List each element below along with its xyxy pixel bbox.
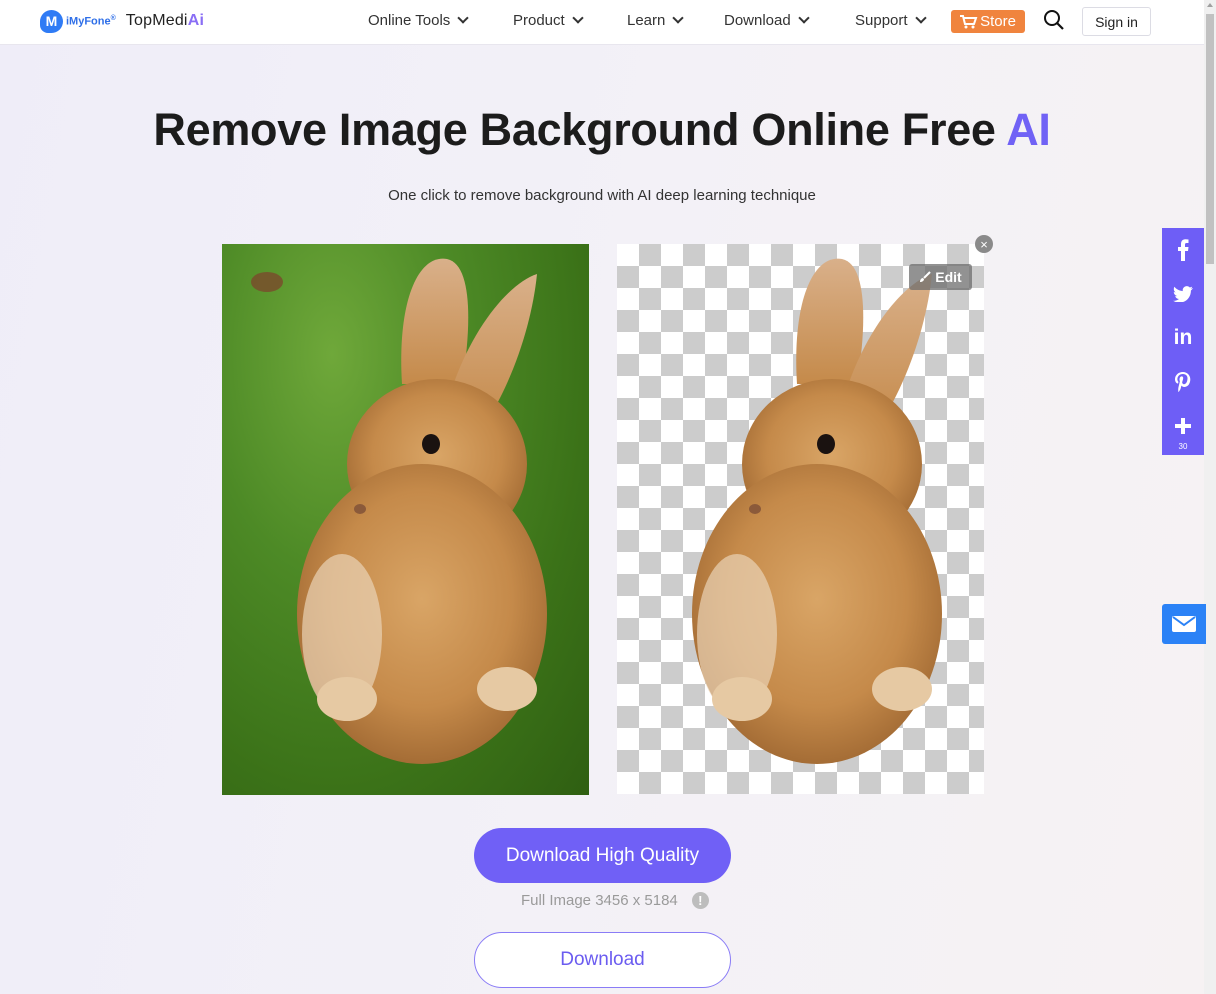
- chevron-down-icon: [572, 12, 584, 24]
- pinterest-icon: [1175, 372, 1191, 392]
- nav-label: Product: [513, 12, 565, 29]
- logo-company-text: iMyFone: [66, 15, 111, 28]
- nav-label: Online Tools: [368, 12, 451, 29]
- chevron-down-icon: [914, 12, 927, 24]
- info-icon[interactable]: !: [691, 892, 709, 909]
- logo-reg-mark: ®: [110, 14, 116, 22]
- social-share-bar: in 30: [1162, 228, 1204, 455]
- nav-download[interactable]: Download: [724, 12, 810, 29]
- imyfone-logo[interactable]: M iMyFone® TopMediAi: [40, 9, 204, 33]
- nav-label: Support: [855, 12, 908, 29]
- chevron-down-icon: [457, 12, 469, 24]
- logo-brand-ai: Ai: [187, 12, 205, 29]
- search-icon: [1044, 10, 1064, 30]
- edit-button[interactable]: Edit: [909, 264, 972, 290]
- email-contact-button[interactable]: [1162, 604, 1206, 644]
- logo-company: iMyFone®: [66, 15, 116, 28]
- nav-online-tools[interactable]: Online Tools: [368, 12, 469, 29]
- logo-brand-main: TopMedi: [125, 12, 188, 29]
- result-image-transparent: [617, 244, 984, 794]
- imyfone-logo-icon: M: [40, 9, 63, 33]
- scroll-up-arrow-icon[interactable]: [1207, 3, 1213, 7]
- facebook-icon: [1178, 239, 1189, 261]
- share-facebook-button[interactable]: [1162, 230, 1204, 270]
- share-linkedin-button[interactable]: in: [1162, 318, 1204, 358]
- nav-label: Download: [724, 12, 791, 29]
- nav-product[interactable]: Product: [513, 12, 584, 29]
- full-image-info: Full Image 3456 x 5184 !: [521, 892, 709, 909]
- sign-in-button[interactable]: Sign in: [1082, 7, 1151, 36]
- share-more-button[interactable]: [1162, 406, 1204, 446]
- download-button[interactable]: Download: [474, 932, 731, 988]
- cart-icon: [960, 14, 978, 28]
- edit-label: Edit: [935, 269, 962, 285]
- logo-brand: TopMediAi: [126, 12, 204, 30]
- search-button[interactable]: [1043, 9, 1065, 31]
- nav-learn[interactable]: Learn: [627, 12, 685, 29]
- plus-icon: [1175, 418, 1191, 434]
- close-result-button[interactable]: ×: [975, 235, 993, 253]
- linkedin-icon: in: [1173, 326, 1193, 349]
- close-icon: ×: [980, 236, 988, 252]
- rabbit-photo: [251, 258, 547, 764]
- original-image: [222, 244, 589, 795]
- share-count: 30: [1178, 442, 1188, 451]
- page-title: Remove Image Background Online Free AI: [0, 104, 1204, 156]
- title-main: Remove Image Background Online Free: [153, 104, 1007, 155]
- brush-icon: [920, 271, 931, 282]
- title-accent: AI: [1006, 104, 1051, 155]
- store-label: Store: [980, 13, 1016, 30]
- scrollbar-thumb[interactable]: [1206, 14, 1214, 264]
- share-pinterest-button[interactable]: [1162, 362, 1204, 402]
- rabbit-cutout: [692, 258, 942, 764]
- mail-icon: [1172, 616, 1196, 632]
- page-scrollbar[interactable]: [1204, 0, 1216, 994]
- chevron-down-icon: [672, 12, 685, 24]
- chevron-down-icon: [798, 12, 810, 24]
- nav-label: Learn: [627, 12, 666, 29]
- top-navbar: M iMyFone® TopMediAi Online Tools Produc…: [0, 0, 1204, 45]
- twitter-icon: [1173, 286, 1193, 302]
- store-button[interactable]: Store: [951, 10, 1025, 33]
- full-image-size-text: Full Image 3456 x 5184: [521, 892, 678, 909]
- nav-support[interactable]: Support: [855, 12, 927, 29]
- download-high-quality-button[interactable]: Download High Quality: [474, 828, 731, 883]
- share-twitter-button[interactable]: [1162, 274, 1204, 314]
- page-subtitle: One click to remove background with AI d…: [388, 187, 816, 204]
